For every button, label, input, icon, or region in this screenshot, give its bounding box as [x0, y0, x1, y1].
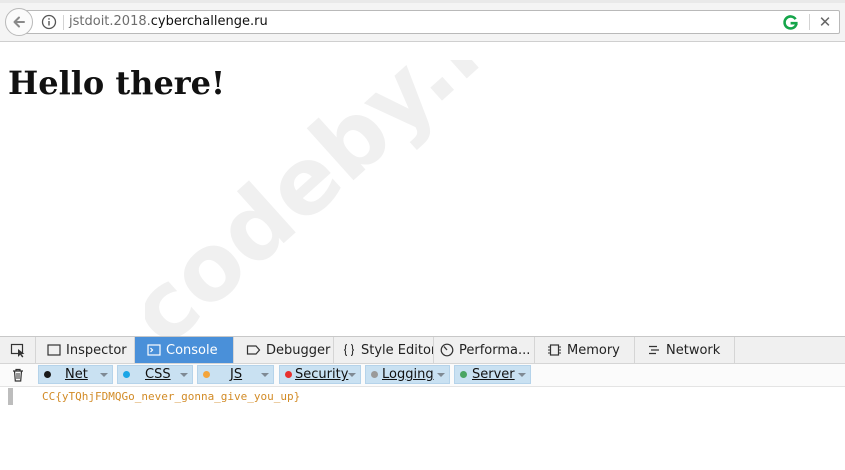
tab-inspector[interactable]: Inspector: [35, 337, 135, 363]
filter-logging[interactable]: Logging: [365, 365, 450, 384]
server-dot: [460, 371, 467, 378]
message-gutter: [8, 388, 13, 405]
console-icon: [147, 344, 161, 356]
info-icon[interactable]: [41, 14, 57, 30]
performance-icon: [440, 343, 454, 357]
chevron-down-icon: [180, 373, 188, 377]
grammarly-g-icon[interactable]: [782, 14, 799, 31]
net-dot: [44, 371, 51, 378]
close-icon[interactable]: ✕: [815, 12, 835, 32]
tab-console[interactable]: Console: [135, 337, 234, 363]
chevron-down-icon: [437, 373, 445, 377]
tab-label: Style Editor: [361, 342, 434, 358]
chevron-down-icon: [261, 373, 269, 377]
tab-label: Inspector: [66, 342, 127, 358]
tab-performance[interactable]: Performa...: [434, 337, 535, 363]
page-heading: Hello there!: [8, 64, 226, 102]
filter-security[interactable]: Security: [279, 365, 361, 384]
browser-toolbar: jstdoit.2018.cyberchallenge.ru ✕: [0, 0, 845, 42]
chevron-down-icon: [100, 373, 108, 377]
devtools-tab-bar: Inspector Console Debugger Style Editor: [0, 337, 845, 364]
network-icon: [649, 345, 659, 355]
chevron-down-icon: [348, 373, 356, 377]
devtools-panel: Inspector Console Debugger Style Editor: [0, 336, 845, 470]
tab-memory[interactable]: Memory: [535, 337, 635, 363]
filter-label: CSS: [145, 367, 171, 382]
filter-net[interactable]: Net: [38, 365, 113, 384]
tab-label: Debugger: [266, 342, 331, 358]
filter-css[interactable]: CSS: [117, 365, 193, 384]
trash-icon[interactable]: [10, 367, 26, 383]
js-dot: [203, 371, 210, 378]
tab-label: Performa...: [459, 342, 531, 358]
watermark: codeby.net: [145, 60, 603, 366]
tab-label: Network: [666, 342, 721, 358]
filter-label: Server: [472, 367, 515, 382]
url-prefix: jstdoit.2018.: [69, 14, 151, 29]
tab-network[interactable]: Network: [635, 337, 735, 363]
back-button[interactable]: [5, 8, 33, 36]
url-separator-right: [809, 14, 810, 30]
back-arrow-icon: [13, 16, 25, 28]
console-filter-bar: Net CSS JS Security Logging Server: [0, 364, 845, 387]
url-bar[interactable]: jstdoit.2018.cyberchallenge.ru ✕: [24, 10, 840, 34]
filter-label: JS: [230, 367, 243, 382]
element-picker-button[interactable]: [0, 337, 36, 363]
tab-label: Console: [166, 342, 218, 358]
url-domain: cyberchallenge.ru: [150, 14, 268, 29]
logging-dot: [371, 371, 378, 378]
filter-server[interactable]: Server: [454, 365, 531, 384]
memory-icon: [548, 344, 561, 356]
watermark-text: codeby.net: [145, 60, 603, 366]
inspector-icon: [47, 344, 61, 356]
chevron-down-icon: [518, 373, 526, 377]
window-top-strip: [0, 0, 845, 3]
tab-style-editor[interactable]: Style Editor: [334, 337, 434, 363]
element-picker-icon: [10, 343, 24, 358]
braces-icon: [343, 343, 355, 357]
console-message[interactable]: CC{yTQhjFDMQGo_never_gonna_give_you_up}: [42, 389, 300, 404]
tab-label: Memory: [567, 342, 620, 358]
debugger-icon: [246, 345, 261, 355]
security-dot: [285, 371, 292, 378]
filter-js[interactable]: JS: [197, 365, 274, 384]
filter-label: Net: [65, 367, 88, 382]
url-separator: [63, 15, 64, 30]
url-text[interactable]: jstdoit.2018.cyberchallenge.ru: [69, 14, 268, 30]
css-dot: [123, 371, 130, 378]
tab-debugger[interactable]: Debugger: [234, 337, 334, 363]
filter-label: Security: [295, 367, 349, 382]
console-output: CC{yTQhjFDMQGo_never_gonna_give_you_up}: [0, 387, 845, 470]
filter-label: Logging: [382, 367, 434, 382]
